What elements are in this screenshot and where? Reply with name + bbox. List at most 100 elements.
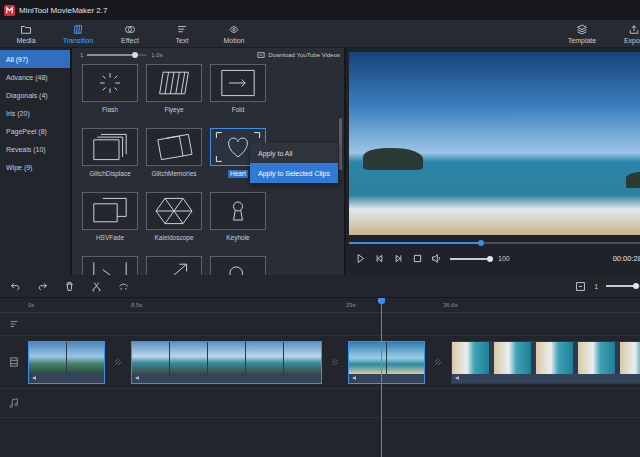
transition-item[interactable]: Kaleidoscope [146, 192, 202, 242]
text-track [0, 313, 640, 336]
video-track [0, 336, 640, 389]
transition-preview-icon [147, 65, 201, 101]
category-item[interactable]: Advance (48) [0, 68, 70, 86]
main-toolbar: Media Transition Effect Text Motion Temp… [0, 20, 640, 48]
clip-audio-icon[interactable] [32, 375, 38, 381]
text-track-icon [9, 319, 19, 329]
fit-timeline-icon[interactable] [575, 281, 586, 292]
category-sidebar: All (97)Advance (48)Diagonals (4)Iris (2… [0, 48, 70, 275]
music-track [0, 389, 640, 418]
transition-label: HSVFade [96, 234, 124, 242]
delete-icon[interactable] [64, 281, 75, 292]
workspace: All (97)Advance (48)Diagonals (4)Iris (2… [0, 48, 640, 275]
template-icon [576, 24, 588, 35]
category-item[interactable]: Diagonals (4) [0, 86, 70, 104]
undo-icon[interactable] [10, 281, 21, 292]
toolbar-action[interactable]: Template [556, 20, 608, 47]
video-clip[interactable] [28, 341, 105, 384]
zoom-min: 1 [594, 283, 598, 290]
clip-thumbnail [620, 342, 640, 374]
zoom-slider[interactable] [606, 285, 640, 287]
transition-slot[interactable] [425, 358, 451, 366]
clip-audio-icon[interactable] [352, 375, 358, 381]
clip-audio-icon[interactable] [135, 375, 141, 381]
export-icon [628, 24, 640, 35]
ruler-label: 0s [28, 302, 131, 308]
video-clip[interactable] [451, 341, 640, 384]
ruler-label: 36.6s [443, 302, 458, 308]
context-menu-item[interactable]: Apply to All [250, 143, 338, 163]
transition-item[interactable]: HSVFade [82, 192, 138, 242]
download-youtube-button[interactable]: Download YouTube Videos [257, 51, 340, 59]
transition-item[interactable]: GlitchDisplace [82, 128, 138, 178]
play-icon[interactable] [355, 253, 366, 264]
clip-thumbnail [170, 342, 207, 374]
library-scrollbar[interactable] [339, 118, 342, 170]
cut-icon[interactable] [91, 281, 102, 292]
detach-audio-icon[interactable] [118, 281, 129, 292]
transition-preview-icon [211, 193, 265, 229]
transition-preview-icon [211, 257, 265, 275]
duration-min: 1 [80, 52, 83, 58]
text-icon [176, 24, 188, 35]
playback-progress[interactable] [349, 242, 640, 244]
clip-thumbnail [387, 342, 424, 374]
clip-thumbnail [29, 342, 66, 374]
category-item[interactable]: Iris (20) [0, 104, 70, 122]
transition-item[interactable] [82, 256, 138, 275]
transition-item[interactable]: Keyhole [210, 192, 266, 242]
playhead[interactable] [381, 298, 382, 457]
category-item[interactable]: All (97) [0, 50, 70, 68]
video-clip[interactable] [348, 341, 425, 384]
redo-icon[interactable] [37, 281, 48, 292]
duration-slider[interactable] [87, 54, 147, 56]
toolbar-tab[interactable]: Motion [208, 20, 260, 47]
category-item[interactable]: Reveals (10) [0, 140, 70, 158]
transition-item[interactable] [146, 256, 202, 275]
next-frame-icon[interactable] [393, 253, 404, 264]
motion-icon [228, 24, 240, 35]
toolbar-action[interactable]: Export [608, 20, 640, 47]
category-item[interactable]: Wipe (9) [0, 158, 70, 176]
transition-library: 1 1.0s Download YouTube Videos Flash Fly… [72, 48, 344, 275]
transition-preview-icon [83, 65, 137, 101]
transition-preview-icon [211, 65, 265, 101]
transition-item[interactable]: Fold [210, 64, 266, 114]
transition-item[interactable]: Flash [82, 64, 138, 114]
clip-thumbnail [132, 342, 169, 374]
video-clip[interactable] [131, 341, 322, 384]
timeline-toolbar: 1 10 [0, 275, 640, 298]
transition-item[interactable]: GlitchMemories [146, 128, 202, 178]
stop-icon[interactable] [412, 253, 423, 264]
ruler-label: 29s [346, 302, 443, 308]
toolbar-tab[interactable]: Effect [104, 20, 156, 47]
transition-slot[interactable] [322, 358, 348, 366]
volume-slider[interactable] [450, 258, 490, 260]
clip-thumbnail [208, 342, 245, 374]
library-header: 1 1.0s Download YouTube Videos [72, 48, 344, 62]
film-track-icon [9, 357, 19, 367]
duration-control: 1 1.0s [80, 52, 163, 58]
transition-item[interactable] [210, 256, 266, 275]
transition-preview-icon [83, 193, 137, 229]
clip-thumbnail [578, 342, 615, 374]
toolbar-tab[interactable]: Text [156, 20, 208, 47]
transition-label: Heart [228, 170, 248, 178]
player-controls: 100 00:00:28.24/00:01:17.06 [349, 253, 640, 264]
volume-reading: 100 [498, 255, 510, 262]
transition-label: Kaleidoscope [154, 234, 193, 242]
context-menu-item[interactable]: Apply to Selected Clips [250, 163, 338, 183]
zoom-control: 1 10 [575, 281, 640, 292]
transition-slot-icon [434, 358, 442, 366]
transition-slot[interactable] [105, 358, 131, 366]
transition-label: GlitchDisplace [89, 170, 131, 178]
previous-frame-icon[interactable] [374, 253, 385, 264]
clip-audio-icon[interactable] [455, 375, 461, 381]
volume-icon[interactable] [431, 253, 442, 264]
toolbar-tab[interactable]: Media [0, 20, 52, 47]
timeline-body: 0s8.5s29s36.6s [0, 298, 640, 457]
transition-preview-icon [83, 257, 137, 275]
toolbar-tab[interactable]: Transition [52, 20, 104, 47]
transition-item[interactable]: Flyeye [146, 64, 202, 114]
category-item[interactable]: PagePeel (8) [0, 122, 70, 140]
